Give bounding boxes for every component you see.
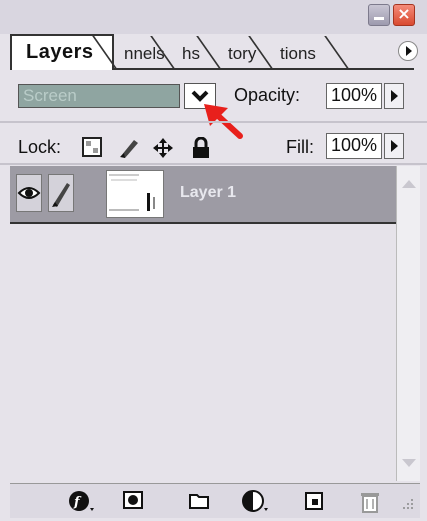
new-layer-icon[interactable] (304, 490, 326, 512)
adjustment-layer-icon[interactable] (242, 490, 270, 514)
fill-label: Fill: (286, 137, 314, 157)
fill-slider-button[interactable] (384, 133, 404, 159)
palette-menu-button[interactable] (398, 41, 418, 61)
minimize-button[interactable] (368, 4, 390, 26)
opacity-field[interactable]: 100% (326, 83, 382, 109)
layer-thumbnail-image (109, 174, 155, 211)
blend-mode-select[interactable]: Screen (18, 84, 180, 108)
eye-icon (17, 187, 41, 199)
fill-field[interactable]: 100% (326, 133, 382, 159)
layer-mask-icon[interactable] (122, 490, 146, 512)
palette-bottom-toolbar: f (10, 483, 420, 518)
layer-paint-indicator[interactable] (48, 174, 74, 212)
red-annotation-arrow-icon (204, 104, 243, 139)
lock-position-icon[interactable] (152, 137, 174, 159)
layers-scrollbar[interactable] (396, 166, 420, 481)
new-group-icon[interactable] (188, 490, 212, 512)
layers-palette: × Layers nnels hs tory tions Screen Opac… (0, 0, 427, 521)
brush-icon (52, 183, 70, 207)
resize-grip-icon[interactable] (400, 496, 416, 512)
tab-baseline (114, 68, 414, 70)
tab-channels[interactable]: nnels (124, 37, 165, 69)
lock-paint-icon[interactable] (118, 137, 140, 159)
opacity-label: Opacity: (234, 85, 301, 105)
divider (0, 163, 427, 165)
lock-all-icon[interactable] (192, 137, 210, 159)
layer-name: Layer 1 (180, 184, 237, 201)
opacity-slider-button[interactable] (384, 83, 404, 109)
close-button[interactable]: × (393, 4, 415, 26)
tab-divider (196, 36, 222, 70)
scroll-down-icon[interactable] (402, 459, 416, 467)
layer-thumbnail[interactable] (106, 170, 164, 218)
lock-label: Lock: (18, 137, 62, 157)
tab-paths[interactable]: hs (182, 37, 200, 69)
tab-actions[interactable]: tions (280, 37, 316, 69)
lock-transparency-icon[interactable] (82, 137, 102, 157)
tab-divider (324, 36, 350, 70)
palette-tabs: Layers nnels hs tory tions (10, 34, 415, 70)
palette-titlebar: × (0, 0, 427, 34)
close-icon: × (397, 4, 411, 23)
layer-style-icon[interactable]: f (68, 490, 96, 514)
tab-layers[interactable]: Layers (10, 34, 114, 70)
scroll-up-icon[interactable] (402, 180, 416, 188)
layer-visibility-toggle[interactable] (16, 174, 42, 212)
layer-row[interactable]: Layer 1 (10, 166, 396, 224)
trash-icon[interactable] (360, 490, 380, 514)
divider (0, 121, 427, 123)
